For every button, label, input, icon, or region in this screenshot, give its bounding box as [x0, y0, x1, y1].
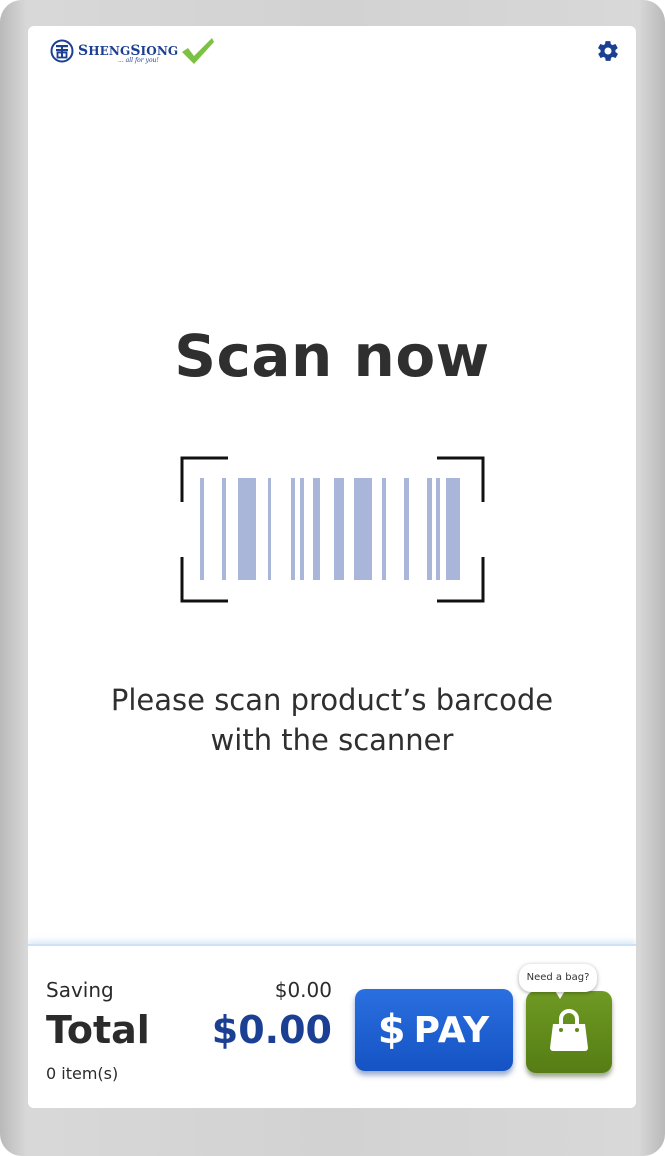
total-value: $0.00 — [211, 1008, 332, 1052]
instruction-line-2: with the scanner — [210, 723, 454, 757]
barcode-scanner-icon — [180, 456, 485, 603]
gear-icon[interactable] — [596, 39, 620, 63]
device-frame: SHENGSIONG ... all for you! Scan now Ple… — [0, 0, 665, 1156]
dollar-icon: $ — [377, 1007, 406, 1053]
total-label: Total — [46, 1008, 150, 1052]
brand-logo: SHENGSIONG ... all for you! — [50, 36, 220, 68]
sheng-siong-logo-mark-icon — [50, 39, 74, 63]
shopping-bag-icon — [550, 1009, 588, 1051]
saving-label: Saving — [46, 978, 114, 1002]
need-bag-tooltip: Need a bag? — [519, 964, 597, 992]
scan-instruction: Please scan product’s barcode with the s… — [28, 680, 636, 760]
pay-button-label: PAY — [413, 1009, 491, 1051]
saving-value: $0.00 — [274, 978, 332, 1002]
checkmark-icon — [182, 38, 214, 64]
logo-tagline: ... all for you! — [118, 57, 159, 64]
pay-button[interactable]: $ PAY — [355, 989, 513, 1071]
items-count: 0 item(s) — [46, 1064, 119, 1083]
checkout-footer: Saving $0.00 Total $0.00 0 item(s) $ PAY — [28, 944, 636, 1108]
kiosk-screen: SHENGSIONG ... all for you! Scan now Ple… — [28, 26, 636, 1108]
page-title: Scan now — [174, 322, 490, 390]
add-bag-button[interactable] — [526, 991, 612, 1073]
instruction-line-1: Please scan product’s barcode — [110, 683, 554, 717]
